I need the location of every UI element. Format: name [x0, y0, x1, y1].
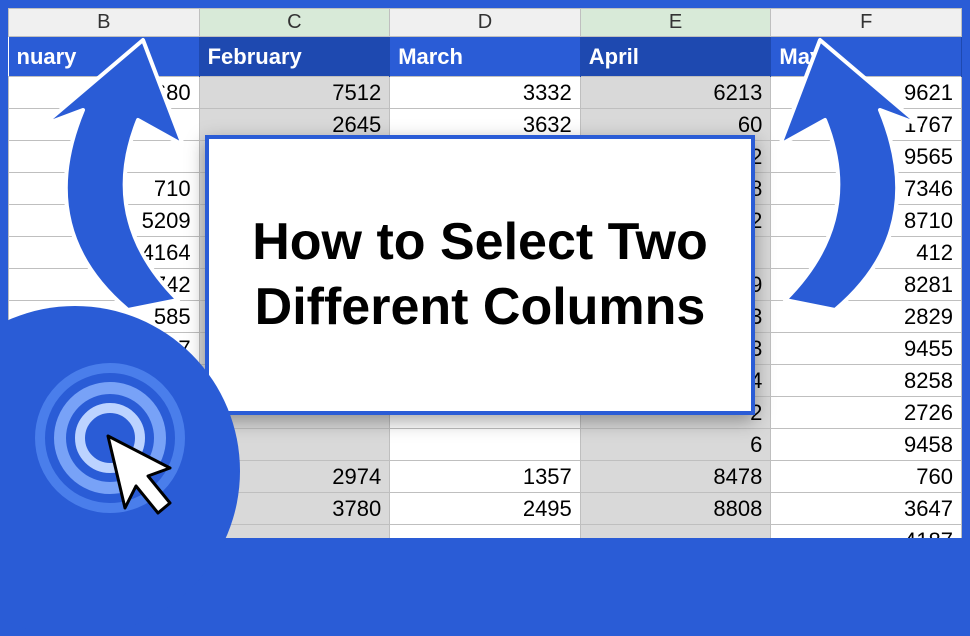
cell[interactable]: 9455 — [771, 333, 962, 365]
cell[interactable]: 9458 — [771, 429, 962, 461]
cell[interactable]: 760 — [771, 461, 962, 493]
cell[interactable]: 2495 — [390, 493, 581, 525]
cell[interactable]: 8478 — [580, 461, 771, 493]
cell[interactable]: 8258 — [771, 365, 962, 397]
cell[interactable]: 1357 — [390, 461, 581, 493]
cell[interactable] — [580, 525, 771, 539]
title-card: How to Select Two Different Columns — [205, 135, 755, 415]
cell[interactable]: 3647 — [771, 493, 962, 525]
cell[interactable] — [390, 525, 581, 539]
cell[interactable] — [390, 429, 581, 461]
cell[interactable]: 4187 — [771, 525, 962, 539]
arrow-curved-left-icon — [28, 30, 228, 310]
cell[interactable]: 6 — [580, 429, 771, 461]
column-header-d[interactable]: D — [390, 9, 581, 37]
header-march[interactable]: March — [390, 37, 581, 77]
cell[interactable]: 3332 — [390, 77, 581, 109]
title-text: How to Select Two Different Columns — [229, 210, 731, 340]
cell[interactable]: 8808 — [580, 493, 771, 525]
arrow-curved-right-icon — [735, 30, 935, 310]
cursor-click-logo-icon — [30, 358, 200, 528]
cell[interactable]: 2726 — [771, 397, 962, 429]
